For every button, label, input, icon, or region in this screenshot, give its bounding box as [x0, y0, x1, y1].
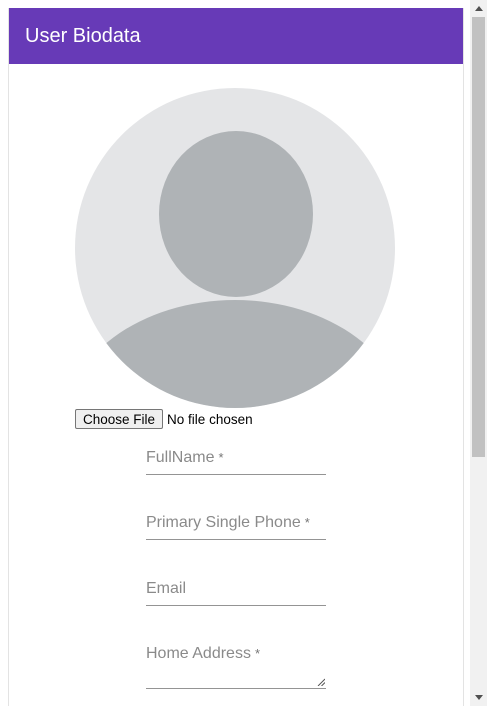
resize-grip-icon[interactable]	[317, 678, 325, 686]
user-avatar-placeholder-icon[interactable]	[75, 88, 395, 408]
home-address-label: Home Address *	[146, 645, 260, 662]
page: User Biodata Choose File No file chosen …	[0, 0, 487, 706]
home-address-textarea[interactable]: Home Address *	[146, 634, 326, 689]
choose-file-button[interactable]: Choose File	[75, 409, 164, 429]
email-label: Email	[146, 580, 187, 597]
email-field[interactable]: Email	[146, 569, 326, 606]
phone-label: Primary Single Phone *	[146, 514, 310, 531]
fullname-field[interactable]: FullName *	[146, 438, 326, 475]
phone-field[interactable]: Primary Single Phone *	[146, 503, 326, 540]
required-marker: *	[304, 515, 310, 530]
biodata-card: User Biodata Choose File No file chosen …	[8, 8, 464, 706]
file-status-text: No file chosen	[167, 411, 253, 427]
file-upload: Choose File No file chosen	[75, 408, 253, 430]
fullname-label: FullName *	[146, 449, 224, 466]
required-marker: *	[218, 450, 224, 465]
required-marker: *	[254, 646, 260, 661]
page-title: User Biodata	[25, 24, 141, 47]
scroll-down-arrow-icon[interactable]	[470, 689, 487, 706]
scrollbar-thumb[interactable]	[472, 17, 485, 457]
scroll-up-arrow-icon[interactable]	[470, 0, 487, 17]
vertical-scrollbar[interactable]	[470, 0, 487, 706]
app-header: User Biodata	[9, 8, 463, 64]
